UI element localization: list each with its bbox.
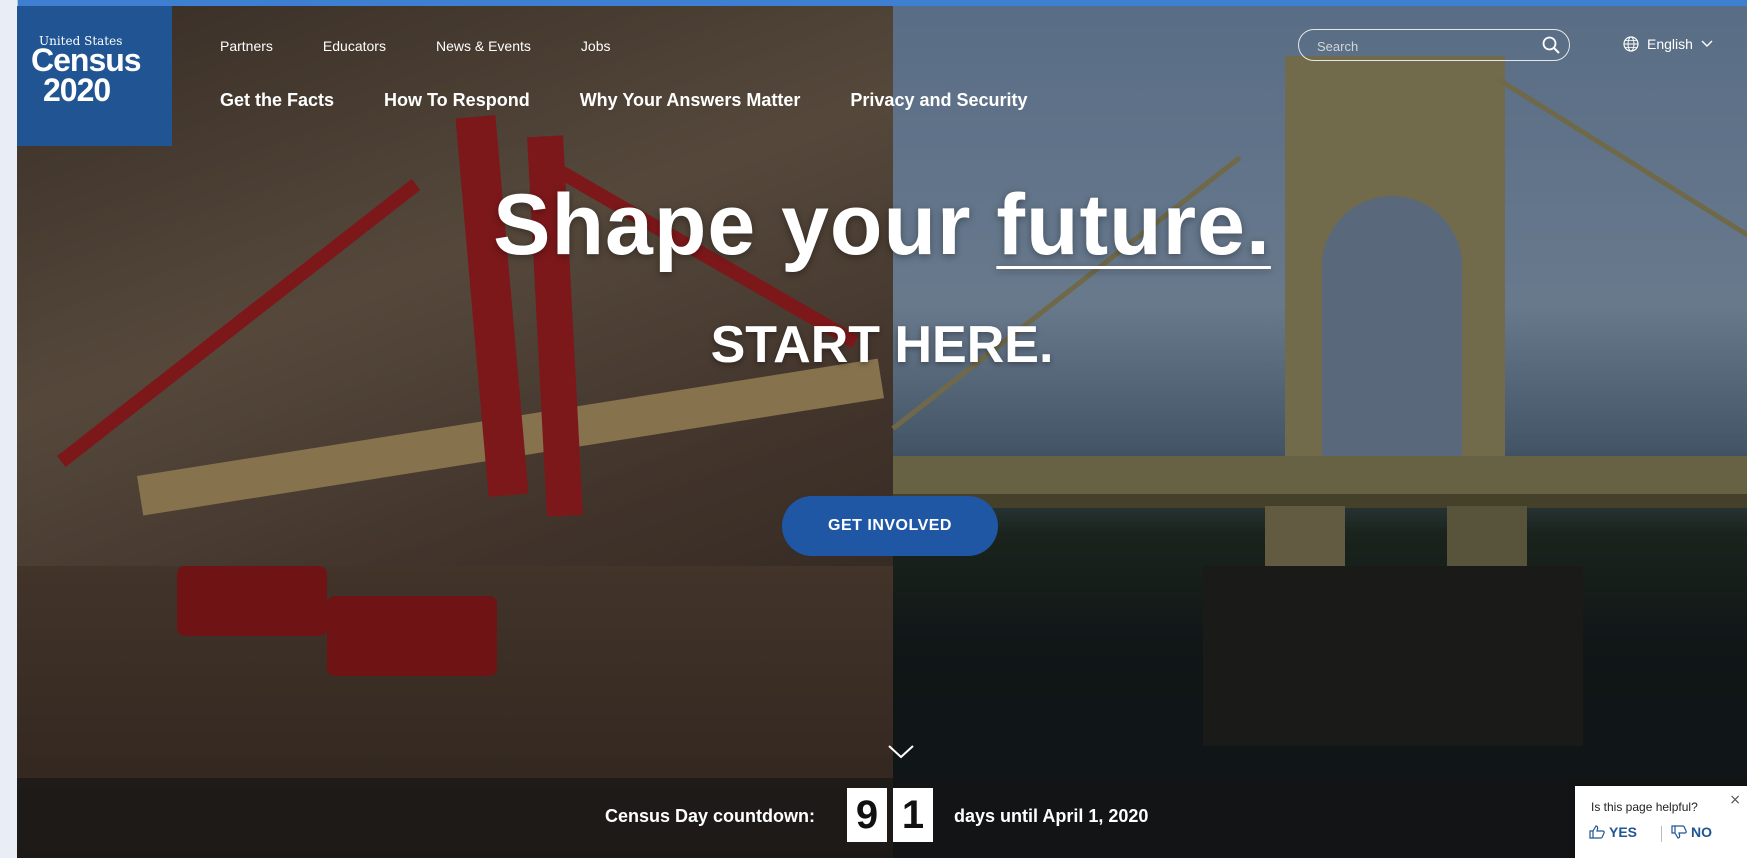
feedback-yes-label: YES [1609,824,1638,840]
countdown-suffix: days until April 1, 2020 [954,806,1149,826]
language-selector[interactable]: English [1623,36,1713,52]
language-label: English [1647,36,1693,52]
feedback-no-label: NO [1691,824,1712,840]
nav-link-why-answers-matter[interactable]: Why Your Answers Matter [580,90,801,111]
main-nav: Get the Facts How To Respond Why Your An… [220,90,1078,111]
hero: United States Census 2020 Partners Educa… [17,6,1747,858]
search-icon[interactable] [1541,35,1561,55]
hero-headline-part1: Shape your [493,177,997,273]
countdown-label: Census Day countdown: [605,806,816,826]
chevron-down-icon [1701,40,1713,47]
feedback-question: Is this page helpful? [1591,800,1698,814]
close-icon[interactable]: × [1729,792,1741,808]
nav-link-privacy-security[interactable]: Privacy and Security [850,90,1027,111]
logo-year: 2020 [43,72,111,108]
feedback-no-button[interactable]: NO [1671,824,1712,840]
feedback-yes-button[interactable]: YES [1589,824,1637,840]
hero-subhead: START HERE. [710,316,1054,374]
hero-headline-emphasis: future. [996,177,1271,273]
nav-link-educators[interactable]: Educators [323,38,386,54]
nav-link-how-to-respond[interactable]: How To Respond [384,90,530,111]
scroll-down-chevron-icon[interactable] [887,744,915,760]
hero-overlay [17,6,1747,858]
search-box [1298,29,1570,61]
globe-icon [1623,36,1639,52]
nav-link-news-events[interactable]: News & Events [436,38,531,54]
countdown-digit: 9 [847,788,887,842]
countdown-digit: 1 [893,788,933,842]
nav-link-jobs[interactable]: Jobs [581,38,611,54]
nav-link-partners[interactable]: Partners [220,38,273,54]
feedback-divider [1661,826,1662,842]
countdown-bar: Census Day countdown: 9 1 days until Apr… [17,778,1747,858]
thumbs-up-icon [1589,825,1605,839]
page-feedback-widget: Is this page helpful? × YES NO [1575,786,1747,858]
thumbs-down-icon [1671,825,1687,839]
window-left-border [0,0,18,858]
hero-headline: Shape your future. [17,176,1747,275]
get-involved-button[interactable]: GET INVOLVED [782,496,998,556]
census-2020-logo[interactable]: United States Census 2020 [17,6,172,146]
search-input[interactable] [1315,36,1539,56]
utility-nav: Partners Educators News & Events Jobs [220,38,660,54]
nav-link-get-the-facts[interactable]: Get the Facts [220,90,334,111]
